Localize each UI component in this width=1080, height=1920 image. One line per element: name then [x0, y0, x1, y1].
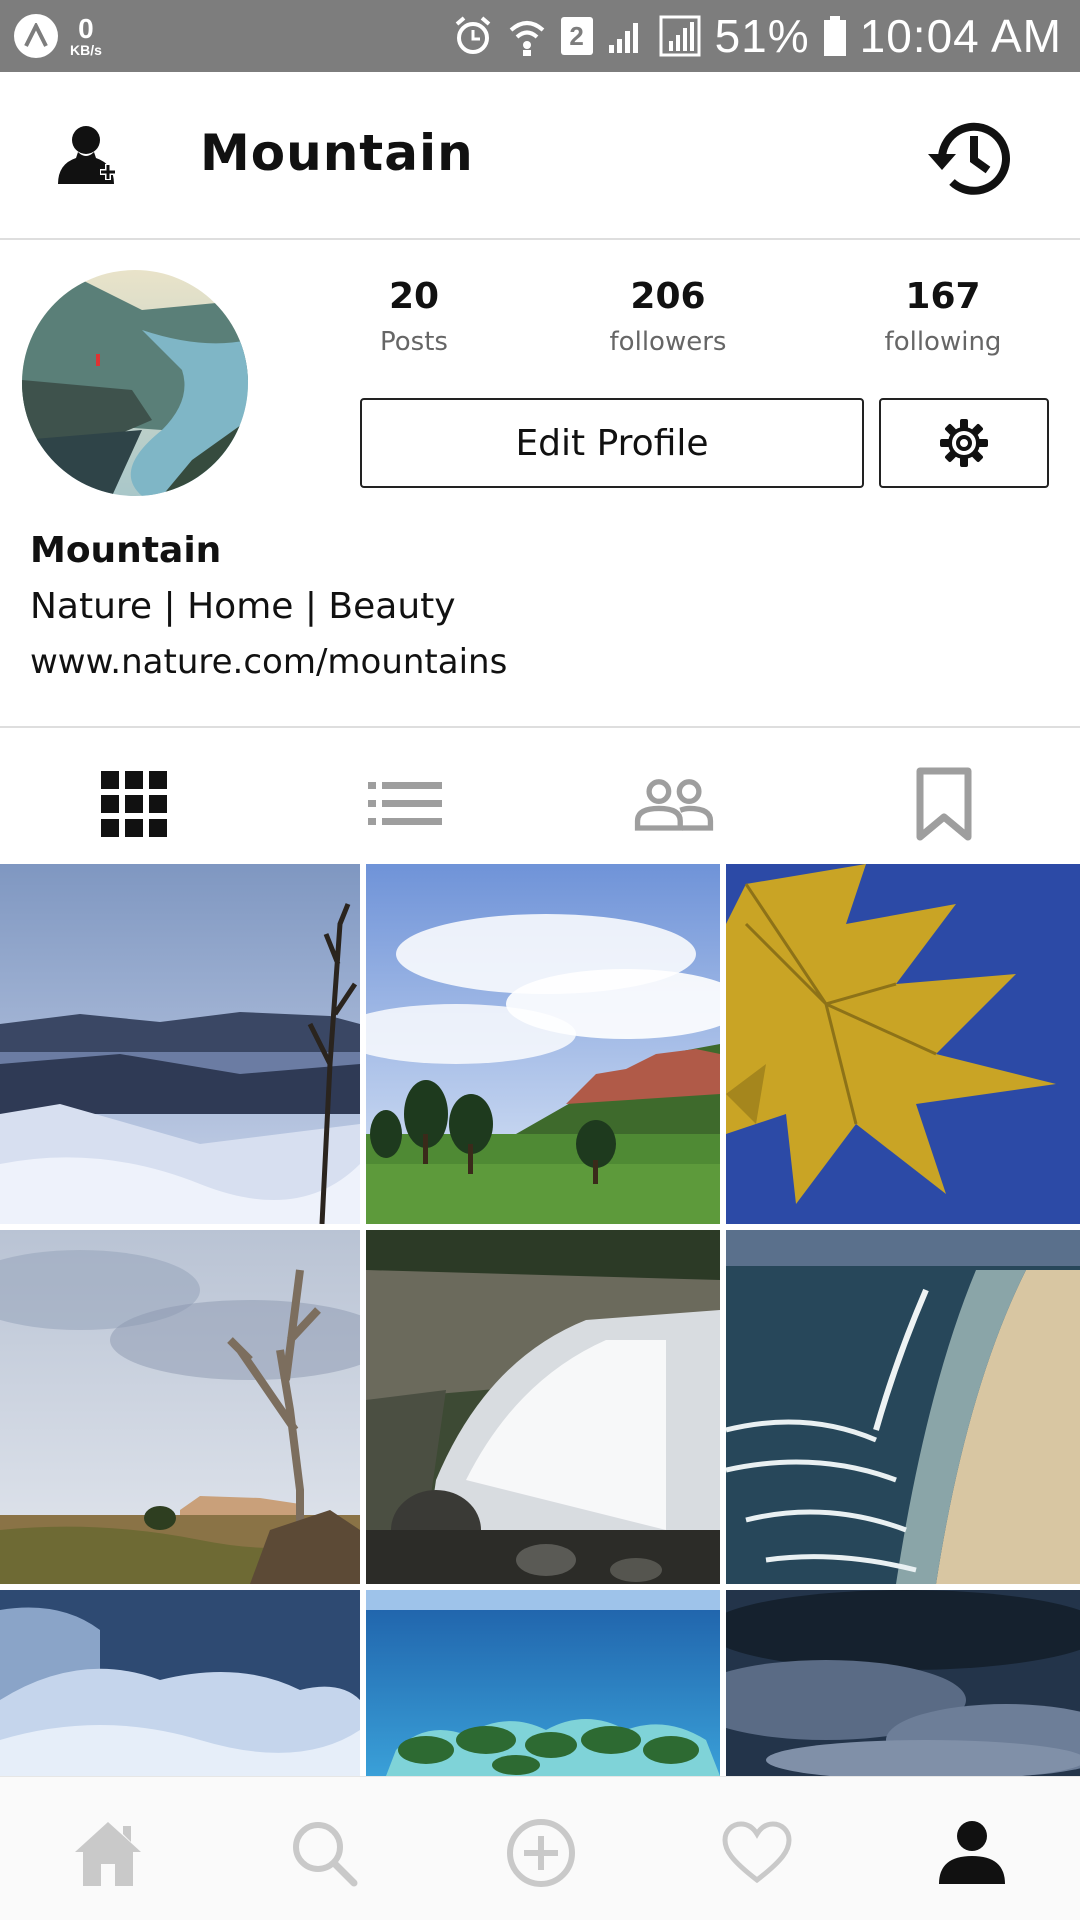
- following-stat[interactable]: 167 following: [843, 276, 1043, 357]
- posts-count: 20: [388, 276, 440, 317]
- gear-icon: [940, 419, 988, 467]
- profile-website-link[interactable]: www.nature.com/mountains: [30, 642, 507, 698]
- tab-grid[interactable]: [94, 764, 174, 844]
- nav-search[interactable]: [284, 1813, 364, 1893]
- tab-tagged[interactable]: [634, 764, 714, 844]
- posts-stat[interactable]: 20 Posts: [314, 276, 514, 357]
- tagged-people-icon: [634, 779, 714, 831]
- app-header: Mountain: [0, 72, 1080, 240]
- photo-tile-coastline-beach[interactable]: [726, 1230, 1080, 1584]
- photo-tile-snowy-mountain-lake[interactable]: [0, 864, 360, 1224]
- add-user-icon: [58, 126, 116, 184]
- network-speed: 0 KB/s: [70, 13, 102, 58]
- settings-button[interactable]: [879, 398, 1049, 488]
- status-right: 2 51% 10:04 AM: [453, 6, 1062, 66]
- nav-home[interactable]: [68, 1813, 148, 1893]
- nav-add-post[interactable]: [501, 1813, 581, 1893]
- search-icon: [293, 1822, 358, 1887]
- signal-box-icon: [659, 15, 701, 57]
- home-icon: [75, 1822, 141, 1886]
- battery-icon: [823, 16, 846, 56]
- page-title: Mountain: [200, 124, 474, 182]
- photo-tile-snow-drifts[interactable]: [0, 1590, 360, 1776]
- bottom-navigation: [0, 1776, 1080, 1920]
- signal-icon: [608, 23, 638, 53]
- list-icon: [368, 782, 442, 825]
- status-left: 0 KB/s: [14, 14, 102, 58]
- tab-saved[interactable]: [904, 764, 984, 844]
- network-speed-unit: KB/s: [70, 42, 102, 58]
- profile-name: Mountain: [30, 530, 222, 571]
- heart-icon: [722, 1821, 792, 1884]
- battery-percent: 51%: [714, 10, 810, 62]
- photo-tile-waterfall[interactable]: [366, 1230, 720, 1584]
- status-bar: 0 KB/s 2 51% 10:04 AM: [0, 0, 1080, 72]
- photo-grid: [0, 864, 1080, 1776]
- history-button[interactable]: [924, 112, 1016, 204]
- app-notification-icon: [14, 14, 58, 58]
- photo-tile-dead-tree-desert[interactable]: [0, 1230, 360, 1584]
- avatar[interactable]: [22, 270, 248, 496]
- sim-badge: 2: [560, 17, 593, 55]
- following-count: 167: [905, 276, 981, 317]
- followers-stat[interactable]: 206 followers: [568, 276, 768, 357]
- tab-list[interactable]: [365, 764, 445, 844]
- bookmark-icon: [916, 767, 972, 841]
- profile-bio-text: Nature | Home | Beauty: [30, 586, 456, 627]
- posts-label: Posts: [380, 327, 448, 357]
- photo-tile-cloudy-sky[interactable]: [726, 1590, 1080, 1776]
- nav-activity[interactable]: [717, 1813, 797, 1893]
- add-user-button[interactable]: [56, 120, 128, 192]
- photo-tile-tropical-islands[interactable]: [366, 1590, 720, 1776]
- add-post-icon: [507, 1819, 575, 1887]
- clock: 10:04 AM: [859, 10, 1062, 62]
- network-speed-value: 0: [78, 13, 94, 44]
- profile-bio: Mountain Nature | Home | Beauty www.natu…: [30, 530, 507, 698]
- following-label: following: [884, 327, 1002, 357]
- photo-tile-green-meadow-red-rocks[interactable]: [366, 864, 720, 1224]
- alarm-icon: [455, 16, 490, 54]
- nav-profile[interactable]: [932, 1813, 1012, 1893]
- history-icon: [928, 122, 1010, 195]
- grid-icon: [101, 771, 167, 837]
- profile-icon: [939, 1821, 1005, 1884]
- photo-tile-yellow-maple-leaf[interactable]: [726, 864, 1080, 1224]
- profile-view-tabs: [0, 726, 1080, 864]
- edit-profile-button[interactable]: Edit Profile: [360, 398, 864, 488]
- wifi-icon: [509, 21, 544, 56]
- followers-label: followers: [609, 327, 727, 357]
- followers-count: 206: [630, 276, 706, 317]
